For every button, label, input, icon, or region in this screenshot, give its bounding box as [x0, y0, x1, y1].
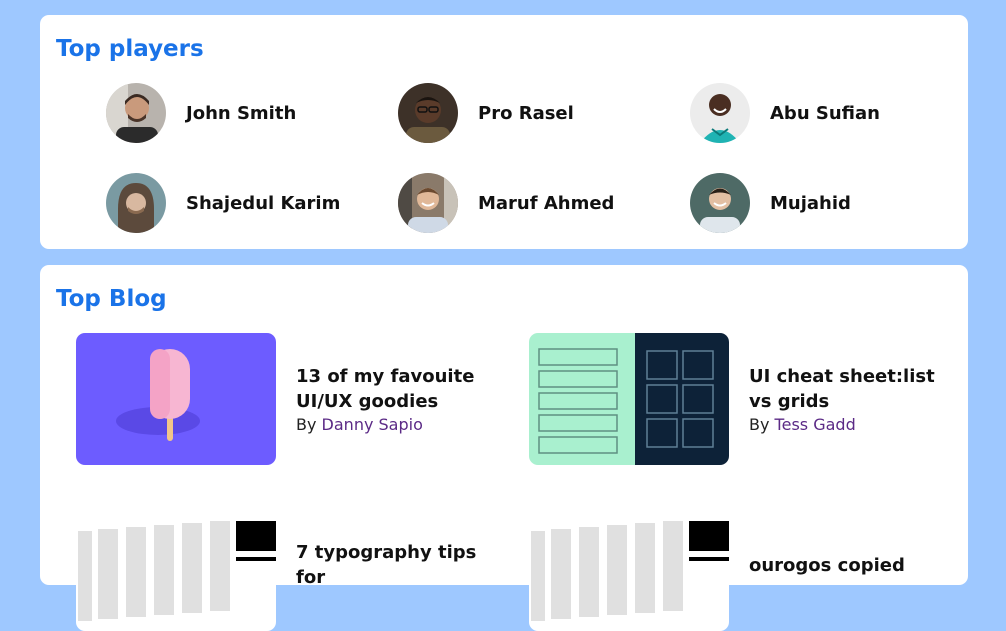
top-blog-title: Top Blog: [56, 286, 167, 312]
player-name: Abu Sufian: [770, 102, 880, 124]
blog-title: 7 typography tips for: [296, 542, 477, 588]
blog-post[interactable]: 13 of my favouite UI/UX goodies By Danny…: [76, 333, 496, 465]
player-shajedul-karim[interactable]: Shajedul Karim: [106, 173, 340, 233]
player-name: Mujahid: [770, 192, 851, 214]
player-maruf-ahmed[interactable]: Maruf Ahmed: [398, 173, 614, 233]
author-link[interactable]: Tess Gadd: [775, 415, 856, 434]
player-name: Pro Rasel: [478, 102, 574, 124]
player-avatar: [690, 173, 750, 233]
blog-title: ourogos copied: [749, 554, 905, 576]
by-label: By: [749, 415, 770, 434]
player-avatar: [690, 83, 750, 143]
blog-byline: By Tess Gadd: [749, 415, 949, 434]
top-blog-card: Top Blog 13 of my favouite UI/UX goodies…: [40, 265, 968, 631]
player-mujahid[interactable]: Mujahid: [690, 173, 851, 233]
blog-byline: By Danny Sapio: [296, 415, 496, 434]
blog-thumbnail: [529, 499, 729, 631]
blog-post[interactable]: 7 typography tips for: [76, 499, 496, 631]
author-link[interactable]: Danny Sapio: [322, 415, 423, 434]
player-name: Shajedul Karim: [186, 192, 341, 214]
player-name: Maruf Ahmed: [478, 192, 615, 214]
player-avatar: [106, 83, 166, 143]
top-players-title: Top players: [56, 36, 204, 62]
player-avatar: [398, 173, 458, 233]
blog-title: UI cheat sheet:list vs grids: [749, 366, 935, 412]
player-avatar: [106, 173, 166, 233]
blog-post[interactable]: ourogos copied: [529, 499, 949, 631]
blog-post[interactable]: UI cheat sheet:list vs grids By Tess Gad…: [529, 333, 949, 465]
player-abu-sufian[interactable]: Abu Sufian: [690, 83, 880, 143]
blog-thumbnail: [529, 333, 729, 465]
player-name: John Smith: [186, 102, 297, 124]
blog-thumbnail: [76, 499, 276, 631]
player-avatar: [398, 83, 458, 143]
by-label: By: [296, 415, 317, 434]
blog-title: 13 of my favouite UI/UX goodies: [296, 366, 475, 412]
player-pro-rasel[interactable]: Pro Rasel: [398, 83, 574, 143]
player-john-smith[interactable]: John Smith: [106, 83, 296, 143]
top-players-card: Top players John Smith Pro Rasel Abu Suf…: [40, 15, 968, 249]
blog-thumbnail: [76, 333, 276, 465]
